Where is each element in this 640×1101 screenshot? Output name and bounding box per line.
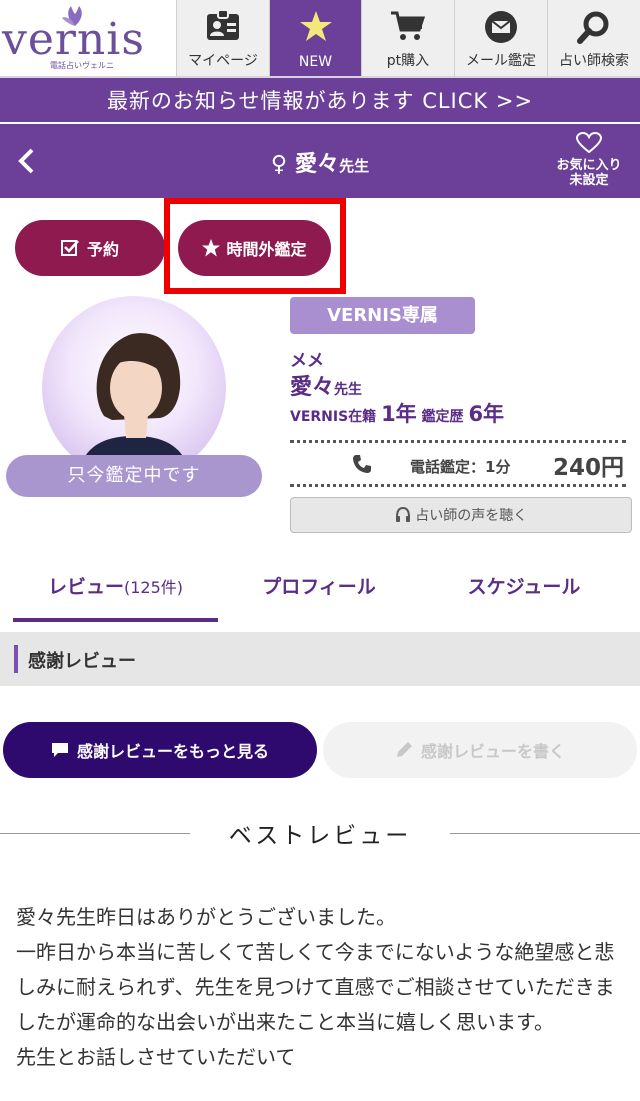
vernis-logo[interactable]: vernis 電話占いヴェルニ: [0, 0, 176, 76]
favorite-label: お気に入り: [556, 158, 622, 173]
id-card-icon: [207, 10, 239, 40]
heart-icon: [575, 131, 603, 154]
nav-mypage-label: マイページ: [188, 53, 258, 69]
tab-reviews[interactable]: レビュー(125件): [13, 560, 218, 622]
section-marker: [14, 645, 18, 673]
tab-reviews-count: (125件): [123, 578, 184, 597]
tab-profile[interactable]: プロフィール: [218, 560, 420, 622]
price-row: 電話鑑定：1分 240円: [290, 446, 626, 482]
review-line: 先生とお話しさせていただいて: [16, 1045, 296, 1069]
exclusive-badge: VERNIS専属: [290, 297, 475, 334]
review-line: 一昨日から本当に苦しくて苦しくて今までにないような絶望感と悲しみに耐えられず、先…: [16, 940, 615, 1034]
mail-icon: [485, 11, 517, 43]
tab-schedule-label: スケジュール: [467, 576, 581, 598]
teacher-suffix: 先生: [339, 157, 370, 175]
tab-schedule[interactable]: スケジュール: [420, 560, 628, 622]
favorite-status: 未設定: [569, 173, 609, 188]
tab-reviews-label: レビュー: [47, 576, 124, 598]
nav-mail-reading[interactable]: メール鑑定: [454, 0, 547, 76]
experience-label: 鑑定歴: [421, 409, 464, 425]
enrolled-label: VERNIS在籍: [290, 409, 377, 425]
nav-search-label: 占い師検索: [559, 53, 629, 69]
reserve-button[interactable]: 予約: [15, 220, 165, 276]
news-banner[interactable]: 最新のお知らせ情報があります CLICK >>: [0, 78, 640, 122]
best-review-rule-right: [450, 833, 640, 834]
nav-search[interactable]: 占い師検索: [547, 0, 640, 76]
write-review-label: 感謝レビューを書く: [420, 742, 565, 761]
review-line: 愛々先生昨日はありがとうございました。: [16, 905, 396, 929]
tab-profile-label: プロフィール: [262, 576, 376, 598]
nav-mypage[interactable]: マイページ: [176, 0, 269, 76]
more-reviews-button[interactable]: 感謝レビューをもっと見る: [3, 722, 317, 778]
nav-new-label: NEW: [298, 54, 333, 70]
nav-buy-points[interactable]: pt購入: [361, 0, 454, 76]
pencil-icon: [396, 742, 412, 757]
listen-voice-button[interactable]: 占い師の声を聴く: [290, 497, 632, 533]
profile-tabs: レビュー(125件) プロフィール スケジュール: [0, 560, 640, 622]
section-heading: 感謝レビュー: [0, 632, 640, 686]
more-reviews-label: 感謝レビューをもっと見る: [76, 742, 269, 761]
enrolled-value: 1年: [381, 402, 417, 426]
teacher-avatar: [42, 296, 226, 480]
venus-icon: ♀: [270, 152, 288, 177]
teacher-nickname: メメ: [290, 351, 324, 371]
price-value: 240円: [552, 455, 624, 481]
listen-voice-label: 占い師の声を聴く: [415, 508, 528, 524]
nav-buy-points-label: pt購入: [386, 53, 430, 69]
logo-subtitle: 電話占いヴェルニ: [50, 61, 114, 70]
star-icon: [299, 11, 332, 41]
nav-mail-reading-label: メール鑑定: [466, 53, 536, 69]
portrait-illustration: [76, 333, 192, 480]
price-label: 電話鑑定：1分: [410, 458, 511, 476]
red-highlight-box: [164, 198, 346, 294]
cart-icon: [391, 11, 426, 40]
best-review-text: 愛々先生昨日はありがとうございました。 一昨日から本当に苦しくて苦しくて今までに…: [16, 900, 628, 1075]
experience-value: 6年: [468, 402, 505, 426]
headphones-icon: [395, 506, 410, 522]
reserve-label: 予約: [86, 240, 119, 259]
favorite-toggle[interactable]: お気に入り 未設定: [548, 131, 630, 188]
top-navigation: vernis 電話占いヴェルニ マイページ NEW pt購入 メール鑑定 占い師…: [0, 0, 640, 78]
profile-name: 愛々: [290, 375, 335, 400]
status-badge: 只今鑑定中です: [6, 455, 262, 497]
checkbox-icon: [60, 240, 79, 256]
teacher-profile-name: 愛々先生: [290, 369, 362, 401]
section-title: 感謝レビュー: [28, 651, 136, 672]
teacher-name: 愛々: [295, 152, 340, 177]
dotted-divider-top: [290, 440, 626, 443]
speech-bubble-icon: [51, 743, 68, 757]
logo-wordmark: vernis: [2, 14, 145, 65]
search-icon: [577, 11, 609, 44]
dotted-divider-bottom: [290, 484, 626, 487]
nav-new[interactable]: NEW: [269, 0, 361, 76]
phone-icon: [353, 455, 371, 473]
teacher-header: ♀ 愛々先生 お気に入り 未設定: [0, 122, 640, 198]
career-info: VERNIS在籍 1年 鑑定歴 6年: [290, 398, 504, 428]
write-review-button[interactable]: 感謝レビューを書く: [323, 722, 637, 778]
profile-suffix: 先生: [334, 382, 363, 398]
teacher-title: ♀ 愛々先生: [0, 146, 640, 178]
